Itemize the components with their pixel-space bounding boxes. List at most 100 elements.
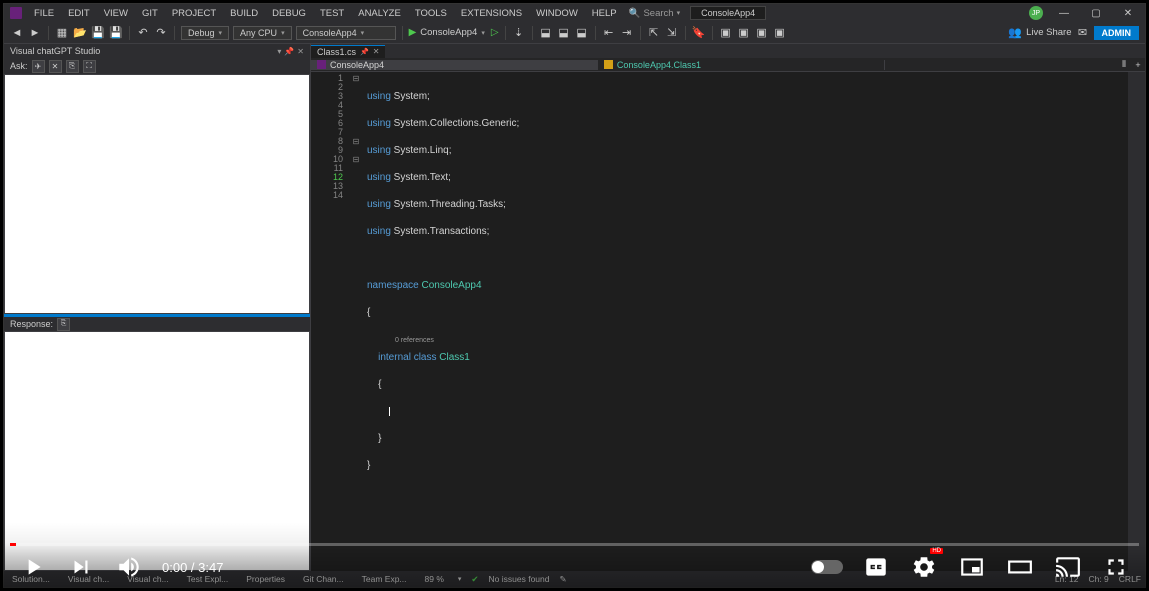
cursor	[389, 407, 390, 416]
line-numbers: 1234567891011121314	[311, 72, 349, 571]
chatgpt-panel: Visual chatGPT Studio ▾ 📌 ✕ Ask: ✈ ✕ ⎘ ⛶…	[4, 44, 311, 571]
menu-debug[interactable]: DEBUG	[270, 8, 308, 19]
bookmark-icon[interactable]: 🔖	[692, 26, 706, 40]
nav-project[interactable]: ConsoleApp4	[311, 60, 598, 70]
outdent-icon[interactable]: ⇥	[620, 26, 634, 40]
menu-analyze[interactable]: ANALYZE	[356, 8, 403, 19]
ask-copy-button[interactable]: ⎘	[66, 60, 79, 73]
menu-test[interactable]: TEST	[318, 8, 346, 19]
cast-button[interactable]	[1053, 552, 1083, 582]
back-icon[interactable]: ◄	[10, 26, 24, 40]
tab-close-icon[interactable]: ✕	[373, 47, 380, 56]
vs-logo-icon	[10, 7, 22, 19]
start-debug-icon[interactable]: ▶	[409, 27, 417, 38]
menu-extensions[interactable]: EXTENSIONS	[459, 8, 524, 19]
settings-button[interactable]: HD	[909, 552, 939, 582]
user-avatar[interactable]: JP	[1029, 6, 1043, 20]
play-button[interactable]	[18, 552, 48, 582]
admin-badge: ADMIN	[1094, 26, 1140, 40]
open-icon[interactable]: 📂	[73, 26, 87, 40]
save-icon[interactable]: 💾	[91, 26, 105, 40]
menu-help[interactable]: HELP	[590, 8, 619, 19]
panel-close-icon[interactable]: ✕	[297, 47, 304, 56]
ask-expand-button[interactable]: ⛶	[83, 60, 96, 73]
search-icon: 🔍	[629, 8, 641, 19]
ask-toolbar: Ask: ✈ ✕ ⎘ ⛶	[4, 58, 310, 74]
start-nodbg-icon[interactable]: ▷	[491, 27, 499, 38]
panel-title: Visual chatGPT Studio ▾ 📌 ✕	[4, 44, 310, 58]
maximize-icon[interactable]: ▢	[1085, 8, 1107, 19]
tab-class1[interactable]: Class1.cs 📌 ✕	[311, 45, 385, 58]
panel-dropdown-icon[interactable]: ▾	[277, 47, 281, 56]
menu-window[interactable]: WINDOW	[534, 8, 580, 19]
codelens[interactable]: 0 references	[395, 337, 434, 344]
ask-send-button[interactable]: ✈	[32, 60, 45, 73]
new-icon[interactable]: ▦	[55, 26, 69, 40]
minimize-icon[interactable]: —	[1053, 8, 1075, 19]
step-icon[interactable]: ⇣	[512, 26, 526, 40]
tool-icon-2[interactable]: ⬓	[557, 26, 571, 40]
response-toolbar: Response: ⎘	[4, 317, 310, 331]
menu-file[interactable]: FILE	[32, 8, 56, 19]
pin-icon[interactable]: 📌	[360, 48, 369, 56]
project-icon	[317, 60, 326, 69]
platform-dropdown[interactable]: Any CPU	[233, 26, 292, 40]
comment-icon[interactable]: ⇱	[647, 26, 661, 40]
menu-git[interactable]: GIT	[140, 8, 160, 19]
code-text[interactable]: using System; using System.Collections.G…	[363, 72, 1131, 571]
config-dropdown[interactable]: Debug	[181, 26, 229, 40]
code-editor: Class1.cs 📌 ✕ ConsoleApp4 ConsoleApp4.Cl…	[311, 44, 1145, 571]
save-all-icon[interactable]: 💾	[109, 26, 123, 40]
theater-button[interactable]	[1005, 552, 1035, 582]
search-box[interactable]: 🔍Search▾	[629, 8, 680, 19]
panel-pin-icon[interactable]: 📌	[284, 47, 294, 56]
close-icon[interactable]: ✕	[1117, 8, 1139, 19]
fullscreen-button[interactable]	[1101, 552, 1131, 582]
ask-input[interactable]	[4, 74, 310, 314]
startup-dropdown[interactable]: ConsoleApp4	[296, 26, 396, 40]
response-output[interactable]	[4, 331, 310, 571]
miniplayer-button[interactable]	[957, 552, 987, 582]
vertical-scrollbar[interactable]	[1131, 72, 1145, 571]
liveshare-icon[interactable]: 👥	[1008, 26, 1022, 40]
ask-cancel-button[interactable]: ✕	[49, 60, 62, 73]
tool-icon-1[interactable]: ⬓	[539, 26, 553, 40]
captions-button[interactable]	[861, 552, 891, 582]
progress-bar[interactable]	[10, 543, 1139, 546]
tb-icon-d[interactable]: ▣	[773, 26, 787, 40]
tool-icon-3[interactable]: ⬓	[575, 26, 589, 40]
indent-icon[interactable]: ⇤	[602, 26, 616, 40]
tb-icon-a[interactable]: ▣	[719, 26, 733, 40]
toolbar: ◄ ► ▦ 📂 💾 💾 ↶ ↷ Debug Any CPU ConsoleApp…	[4, 22, 1145, 44]
nav-split-icon[interactable]: ⫴	[1117, 59, 1131, 70]
nav-class[interactable]: ConsoleApp4.Class1	[598, 60, 885, 70]
tb-icon-b[interactable]: ▣	[737, 26, 751, 40]
forward-icon[interactable]: ►	[28, 26, 42, 40]
menu-edit[interactable]: EDIT	[66, 8, 92, 19]
liveshare-label[interactable]: Live Share	[1026, 27, 1071, 38]
start-label[interactable]: ConsoleApp4	[420, 27, 477, 38]
hd-badge: HD	[930, 548, 943, 554]
menu-project[interactable]: PROJECT	[170, 8, 218, 19]
code-area[interactable]: 1234567891011121314 ⊟⊟⊟ using System; us…	[311, 72, 1145, 571]
menu-build[interactable]: BUILD	[228, 8, 260, 19]
video-controls: 0:00 / 3:47 HD	[0, 543, 1149, 591]
volume-button[interactable]	[114, 552, 144, 582]
tab-strip: Class1.cs 📌 ✕	[311, 44, 1145, 58]
tb-icon-c[interactable]: ▣	[755, 26, 769, 40]
undo-icon[interactable]: ↶	[136, 26, 150, 40]
next-button[interactable]	[66, 552, 96, 582]
response-copy-button[interactable]: ⎘	[57, 318, 70, 331]
nav-add-icon[interactable]: +	[1131, 60, 1145, 70]
solution-name-badge[interactable]: ConsoleApp4	[690, 6, 766, 20]
visual-studio-window: FILE EDIT VIEW GIT PROJECT BUILD DEBUG T…	[3, 3, 1146, 588]
menu-view[interactable]: VIEW	[102, 8, 130, 19]
uncomment-icon[interactable]: ⇲	[665, 26, 679, 40]
feedback-icon[interactable]: ✉	[1076, 26, 1090, 40]
redo-icon[interactable]: ↷	[154, 26, 168, 40]
video-time: 0:00 / 3:47	[162, 560, 223, 575]
fold-gutter[interactable]: ⊟⊟⊟	[349, 72, 363, 571]
autoplay-toggle[interactable]	[811, 560, 843, 574]
menu-tools[interactable]: TOOLS	[413, 8, 449, 19]
navigation-bar: ConsoleApp4 ConsoleApp4.Class1 ⫴ +	[311, 58, 1145, 72]
